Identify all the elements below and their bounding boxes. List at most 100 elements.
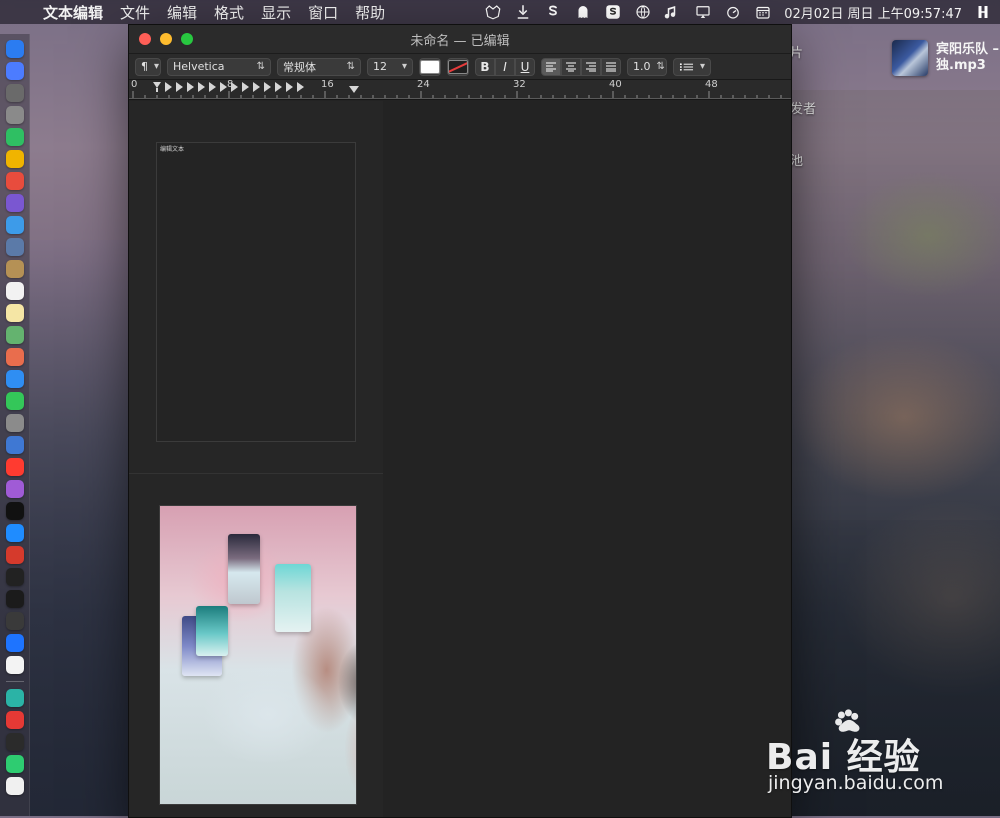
menubar-clock[interactable]: 02月02日 周日 上午09:57:47 [784, 3, 962, 22]
ruler[interactable]: 0 8 16 24 32 40 48 [129, 79, 791, 100]
console-icon[interactable] [5, 612, 24, 630]
ruler-label: 24 [417, 79, 430, 90]
rocket-icon[interactable] [5, 106, 24, 124]
keynote-icon[interactable] [5, 436, 24, 454]
font-style-popup[interactable]: 常规体 ⇅ [277, 57, 361, 76]
terminal-icon[interactable] [5, 568, 24, 586]
facetime-icon[interactable] [5, 392, 24, 410]
fox-icon[interactable] [484, 3, 502, 21]
preview-icon[interactable] [5, 238, 24, 256]
podcasts-icon[interactable] [5, 480, 24, 498]
music-icon[interactable] [5, 458, 24, 476]
ghost-icon[interactable] [574, 3, 592, 21]
menubar-edit[interactable]: 编辑 [167, 2, 197, 23]
photos-icon[interactable] [5, 348, 24, 366]
bold-button[interactable]: B [475, 57, 495, 76]
text-color-well[interactable] [419, 57, 441, 76]
calendar-icon[interactable] [754, 3, 772, 21]
align-center-button[interactable] [561, 57, 581, 76]
document-area[interactable]: 编辑文本 [129, 101, 791, 817]
menubar-view[interactable]: 显示 [261, 2, 291, 23]
wechat-icon[interactable] [5, 755, 24, 773]
safari-icon[interactable] [5, 216, 24, 234]
background-color-well[interactable] [447, 57, 469, 76]
stickies-icon[interactable] [5, 304, 24, 322]
finder-icon[interactable] [5, 40, 24, 58]
chevron-down-icon: ▾ [154, 61, 160, 72]
documents-icon[interactable] [5, 777, 24, 795]
activity-monitor-icon[interactable] [5, 590, 24, 608]
inserted-image[interactable] [159, 505, 357, 805]
airplay-icon[interactable] [694, 3, 712, 21]
minimize-button[interactable] [160, 33, 172, 45]
timer-icon[interactable] [724, 3, 742, 21]
globe-icon[interactable] [634, 3, 652, 21]
launchpad-icon[interactable] [5, 62, 24, 80]
tab-stop[interactable] [297, 82, 304, 92]
textedit-window: 未命名 — 已编辑 ¶ ▾ Helvetica ⇅ 常规体 ⇅ 12 ▾ B I … [128, 24, 792, 818]
align-right-button[interactable] [581, 57, 601, 76]
notes-icon[interactable] [5, 260, 24, 278]
tab-stop[interactable] [242, 82, 249, 92]
app-red-icon[interactable] [5, 172, 24, 190]
music-note-icon[interactable] [664, 3, 682, 21]
dock-separator [5, 681, 24, 682]
tab-stop[interactable] [286, 82, 293, 92]
tab-stop[interactable] [209, 82, 216, 92]
tab-stop[interactable] [165, 82, 172, 92]
align-left-button[interactable] [541, 57, 561, 76]
menubar-help[interactable]: 帮助 [355, 2, 385, 23]
final-cut-icon[interactable] [5, 733, 24, 751]
align-right-icon [586, 62, 596, 71]
menubar-window[interactable]: 窗口 [308, 2, 338, 23]
list-style-popup[interactable]: ▾ [673, 57, 711, 76]
justify-button[interactable] [601, 57, 621, 76]
window-titlebar[interactable]: 未命名 — 已编辑 [129, 25, 791, 54]
android-icon[interactable] [5, 128, 24, 146]
tab-stop[interactable] [198, 82, 205, 92]
yandex-icon[interactable] [5, 656, 24, 674]
unknown-icon[interactable] [974, 3, 992, 21]
s-icon[interactable] [544, 3, 562, 21]
maps-icon[interactable] [5, 326, 24, 344]
font-size-value: 12 [373, 60, 387, 73]
system-preferences-icon[interactable] [5, 414, 24, 432]
paragraph-style-popup[interactable]: ¶ ▾ [135, 57, 161, 76]
tv-icon[interactable] [5, 502, 24, 520]
font-size-combo[interactable]: 12 ▾ [367, 57, 413, 76]
zoom-button[interactable] [181, 33, 193, 45]
line-spacing-popup[interactable]: 1.0 ⇅ [627, 57, 667, 76]
vivaldi-icon[interactable] [5, 546, 24, 564]
siri-icon[interactable] [5, 84, 24, 102]
close-button[interactable] [139, 33, 151, 45]
tab-stop[interactable] [264, 82, 271, 92]
app-purple-icon[interactable] [5, 194, 24, 212]
menubar-file[interactable]: 文件 [120, 2, 150, 23]
baidu-jingyan-watermark: Bai 经验 jingyan.baidu.com [766, 708, 966, 798]
calendar-dock-icon[interactable] [5, 282, 24, 300]
tab-stop[interactable] [253, 82, 260, 92]
tab-stop[interactable] [187, 82, 194, 92]
chrome-icon[interactable] [5, 150, 24, 168]
underline-button[interactable]: U [515, 57, 535, 76]
italic-button[interactable]: I [495, 57, 515, 76]
download-icon[interactable] [514, 3, 532, 21]
sogou-icon[interactable] [604, 3, 622, 21]
app-store-icon[interactable] [5, 524, 24, 542]
netease-music-icon[interactable] [5, 711, 24, 729]
now-playing-widget[interactable]: 宾阳乐队 – 独.mp3 [892, 38, 1000, 78]
first-line-indent-marker[interactable] [153, 82, 161, 92]
apple-icon[interactable] [8, 3, 26, 21]
app-teal-icon[interactable] [5, 689, 24, 707]
menubar-format[interactable]: 格式 [214, 2, 244, 23]
right-margin-marker[interactable] [349, 86, 359, 93]
text-editor[interactable] [383, 101, 791, 817]
tab-stop[interactable] [220, 82, 227, 92]
vpn-icon[interactable] [5, 634, 24, 652]
tab-stop[interactable] [275, 82, 282, 92]
tab-stop[interactable] [176, 82, 183, 92]
menubar-app-name[interactable]: 文本编辑 [43, 2, 103, 23]
page-thumbnail-1[interactable]: 编辑文本 [156, 142, 356, 442]
messages-icon[interactable] [5, 370, 24, 388]
font-family-popup[interactable]: Helvetica ⇅ [167, 57, 271, 76]
